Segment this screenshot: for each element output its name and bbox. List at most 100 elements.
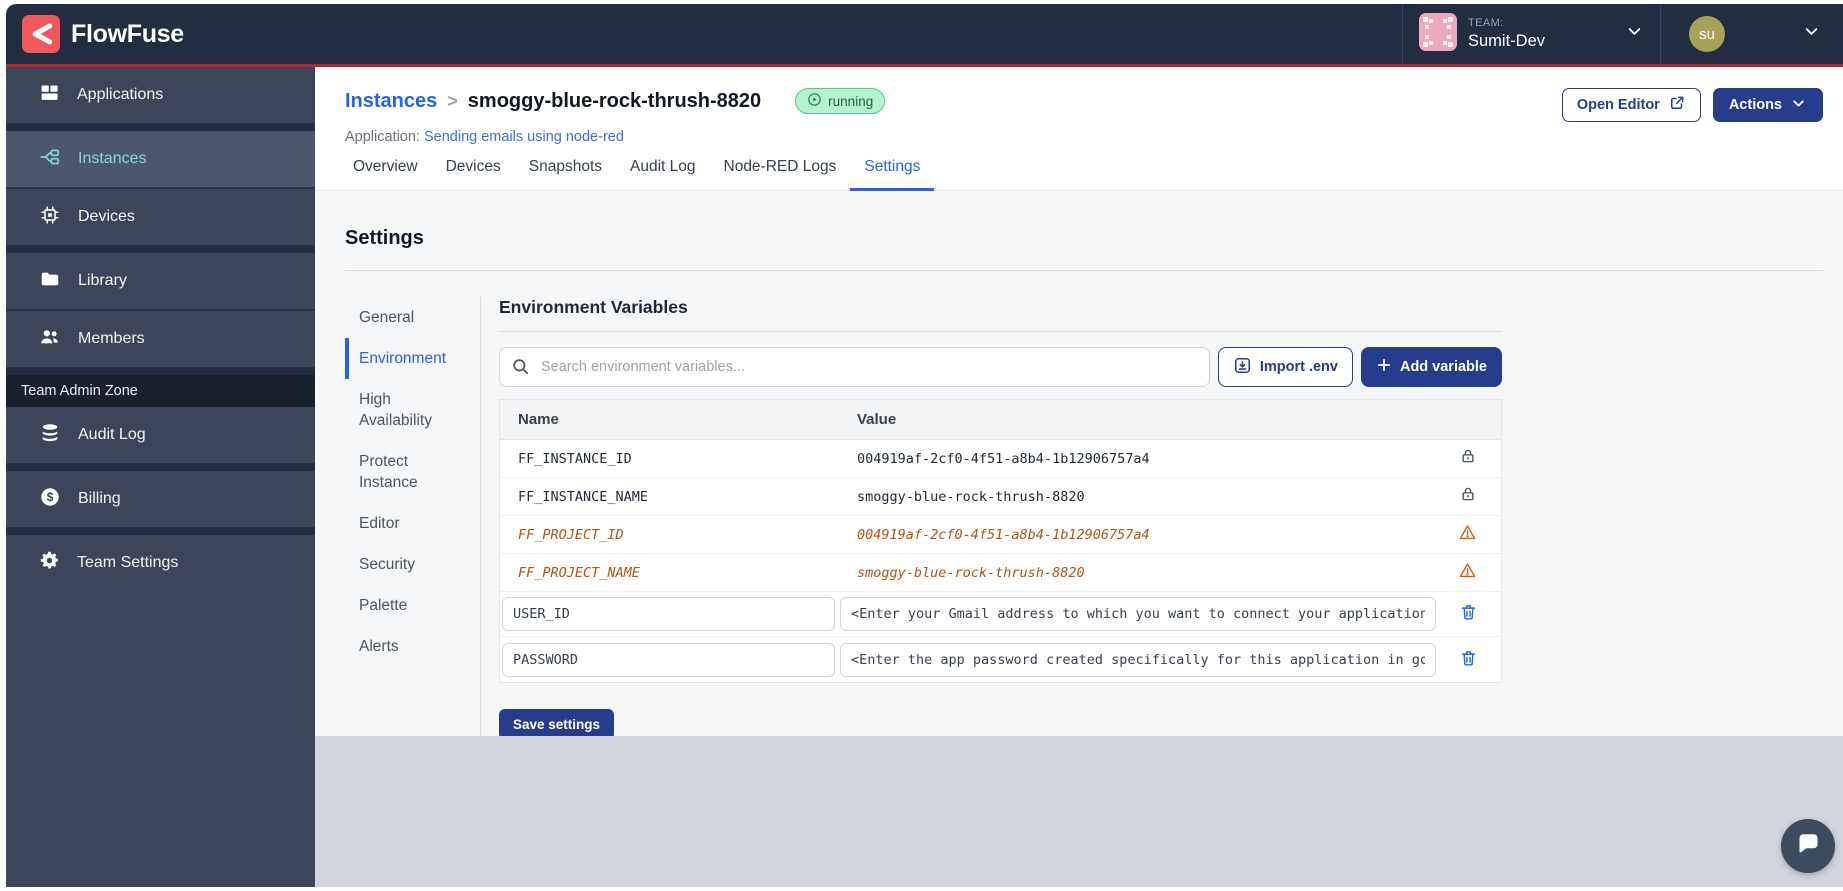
applications-icon [39,82,60,108]
sidebar-item-billing[interactable]: $ Billing [6,471,315,527]
instance-name: smoggy-blue-rock-thrush-8820 [467,89,762,112]
tab-audit-log[interactable]: Audit Log [616,158,710,191]
lock-icon [1459,485,1477,508]
env-var-value-input[interactable] [840,597,1436,631]
settings-nav-editor[interactable]: Editor [345,503,469,544]
team-selector[interactable]: TEAM: Sumit-Dev [1402,4,1660,64]
sidebar-item-label: Team Settings [77,554,179,571]
tab-snapshots[interactable]: Snapshots [515,158,616,191]
sidebar-item-devices[interactable]: Devices [6,189,315,245]
team-admin-zone-header: Team Admin Zone [6,375,315,407]
sidebar-item-team-settings[interactable]: Team Settings [6,535,315,591]
sidebar-separator [6,245,315,253]
sidebar-item-instances[interactable]: Instances [6,131,315,187]
user-menu[interactable]: su [1660,4,1843,64]
sidebar-item-members[interactable]: Members [6,311,315,367]
settings-divider [345,270,1823,271]
environment-variables-section: Environment Variables Search environment… [499,297,1502,740]
application-line: Application: Sending emails using node-r… [315,129,1843,145]
env-var-name-input[interactable] [502,642,835,677]
trash-icon [1459,603,1478,625]
chevron-down-icon [1790,95,1807,116]
navbar-right: TEAM: Sumit-Dev su [1402,4,1843,64]
main-area: Instances > smoggy-blue-rock-thrush-8820… [315,67,1843,887]
status-label: running [828,93,874,109]
tab-overview[interactable]: Overview [339,158,432,191]
lock-icon [1459,447,1477,470]
folder-icon [39,268,61,295]
env-var-name-input[interactable] [502,597,835,631]
application-label: Application: [345,129,420,145]
import-env-button[interactable]: Import .env [1217,347,1353,387]
settings-nav-protect-instance[interactable]: Protect Instance [345,441,469,503]
chevron-down-icon [1625,22,1644,46]
footer-area [315,736,1843,887]
brand-name: FlowFuse [71,19,184,48]
env-var-name: FF_PROJECT_ID [518,526,624,543]
import-label: Import .env [1259,359,1338,375]
flowfuse-logo-icon [22,15,60,53]
settings-nav: General Environment High Availability Pr… [345,297,481,740]
delete-variable-button[interactable] [1457,647,1480,673]
import-icon [1233,356,1252,379]
table-row: FF_INSTANCE_NAME smoggy-blue-rock-thrush… [500,478,1501,516]
settings-nav-alerts[interactable]: Alerts [345,626,469,667]
svg-text:$: $ [47,490,54,504]
settings-nav-security[interactable]: Security [345,544,469,585]
column-header-name: Name [518,411,559,428]
sidebar-item-label: Applications [77,86,164,103]
sidebar-item-label: Audit Log [78,426,146,443]
actions-button[interactable]: Actions [1712,88,1823,122]
chevron-down-icon [1802,22,1821,46]
user-avatar: su [1689,16,1725,52]
delete-variable-button[interactable] [1457,601,1480,627]
tab-devices[interactable]: Devices [432,158,515,191]
application-link[interactable]: Sending emails using node-red [424,129,624,145]
users-icon [39,326,61,353]
sidebar-separator [6,463,315,471]
cpu-chip-icon [39,204,61,231]
env-var-value-input[interactable] [840,642,1436,677]
database-icon [39,422,61,449]
table-row [500,637,1501,682]
team-text: TEAM: Sumit-Dev [1468,17,1614,51]
tab-settings[interactable]: Settings [850,158,935,191]
open-editor-button[interactable]: Open Editor [1561,88,1701,122]
team-label: TEAM: [1468,16,1504,29]
env-var-value: 004919af-2cf0-4f51-a8b4-1b12906757a4 [857,526,1150,543]
add-variable-button[interactable]: Add variable [1360,347,1502,387]
page-title: Settings [345,227,424,249]
add-variable-label: Add variable [1399,359,1487,375]
brand[interactable]: FlowFuse [6,15,184,53]
breadcrumb-instances-link[interactable]: Instances [345,90,437,113]
sidebar-item-label: Library [78,272,127,289]
status-badge: running [795,88,886,114]
instance-tabs: Overview Devices Snapshots Audit Log Nod… [315,158,1843,191]
search-input[interactable] [499,347,1210,387]
section-title: Environment Variables [499,297,1502,332]
sidebar-item-label: Instances [78,150,147,167]
env-variables-table: Name Value FF_INSTANCE_ID 004919af-2cf0-… [499,399,1502,683]
gear-icon [39,550,60,576]
table-header-row: Name Value [500,400,1501,440]
env-var-value: smoggy-blue-rock-thrush-8820 [857,488,1085,505]
sidebar-item-audit-log[interactable]: Audit Log [6,407,315,463]
env-var-name: FF_INSTANCE_ID [518,450,632,467]
chat-widget-button[interactable] [1781,819,1835,873]
column-header-value: Value [857,411,897,428]
settings-page: Settings General Environment High Availa… [315,191,1843,740]
table-row: FF_PROJECT_ID 004919af-2cf0-4f51-a8b4-1b… [500,516,1501,554]
settings-nav-palette[interactable]: Palette [345,585,469,626]
sidebar-item-library[interactable]: Library [6,253,315,309]
settings-nav-high-availability[interactable]: High Availability [345,379,469,441]
chat-icon [1795,830,1822,862]
external-link-icon [1668,94,1686,116]
team-avatar [1419,12,1457,56]
tab-node-red-logs[interactable]: Node-RED Logs [710,158,851,191]
header-actions: Open Editor Actions [1561,88,1823,122]
breadcrumb-separator: > [447,90,458,111]
settings-nav-environment[interactable]: Environment [345,338,469,379]
sidebar-item-applications[interactable]: Applications [6,67,315,123]
sidebar-item-label: Devices [78,208,135,225]
settings-nav-general[interactable]: General [345,297,469,338]
